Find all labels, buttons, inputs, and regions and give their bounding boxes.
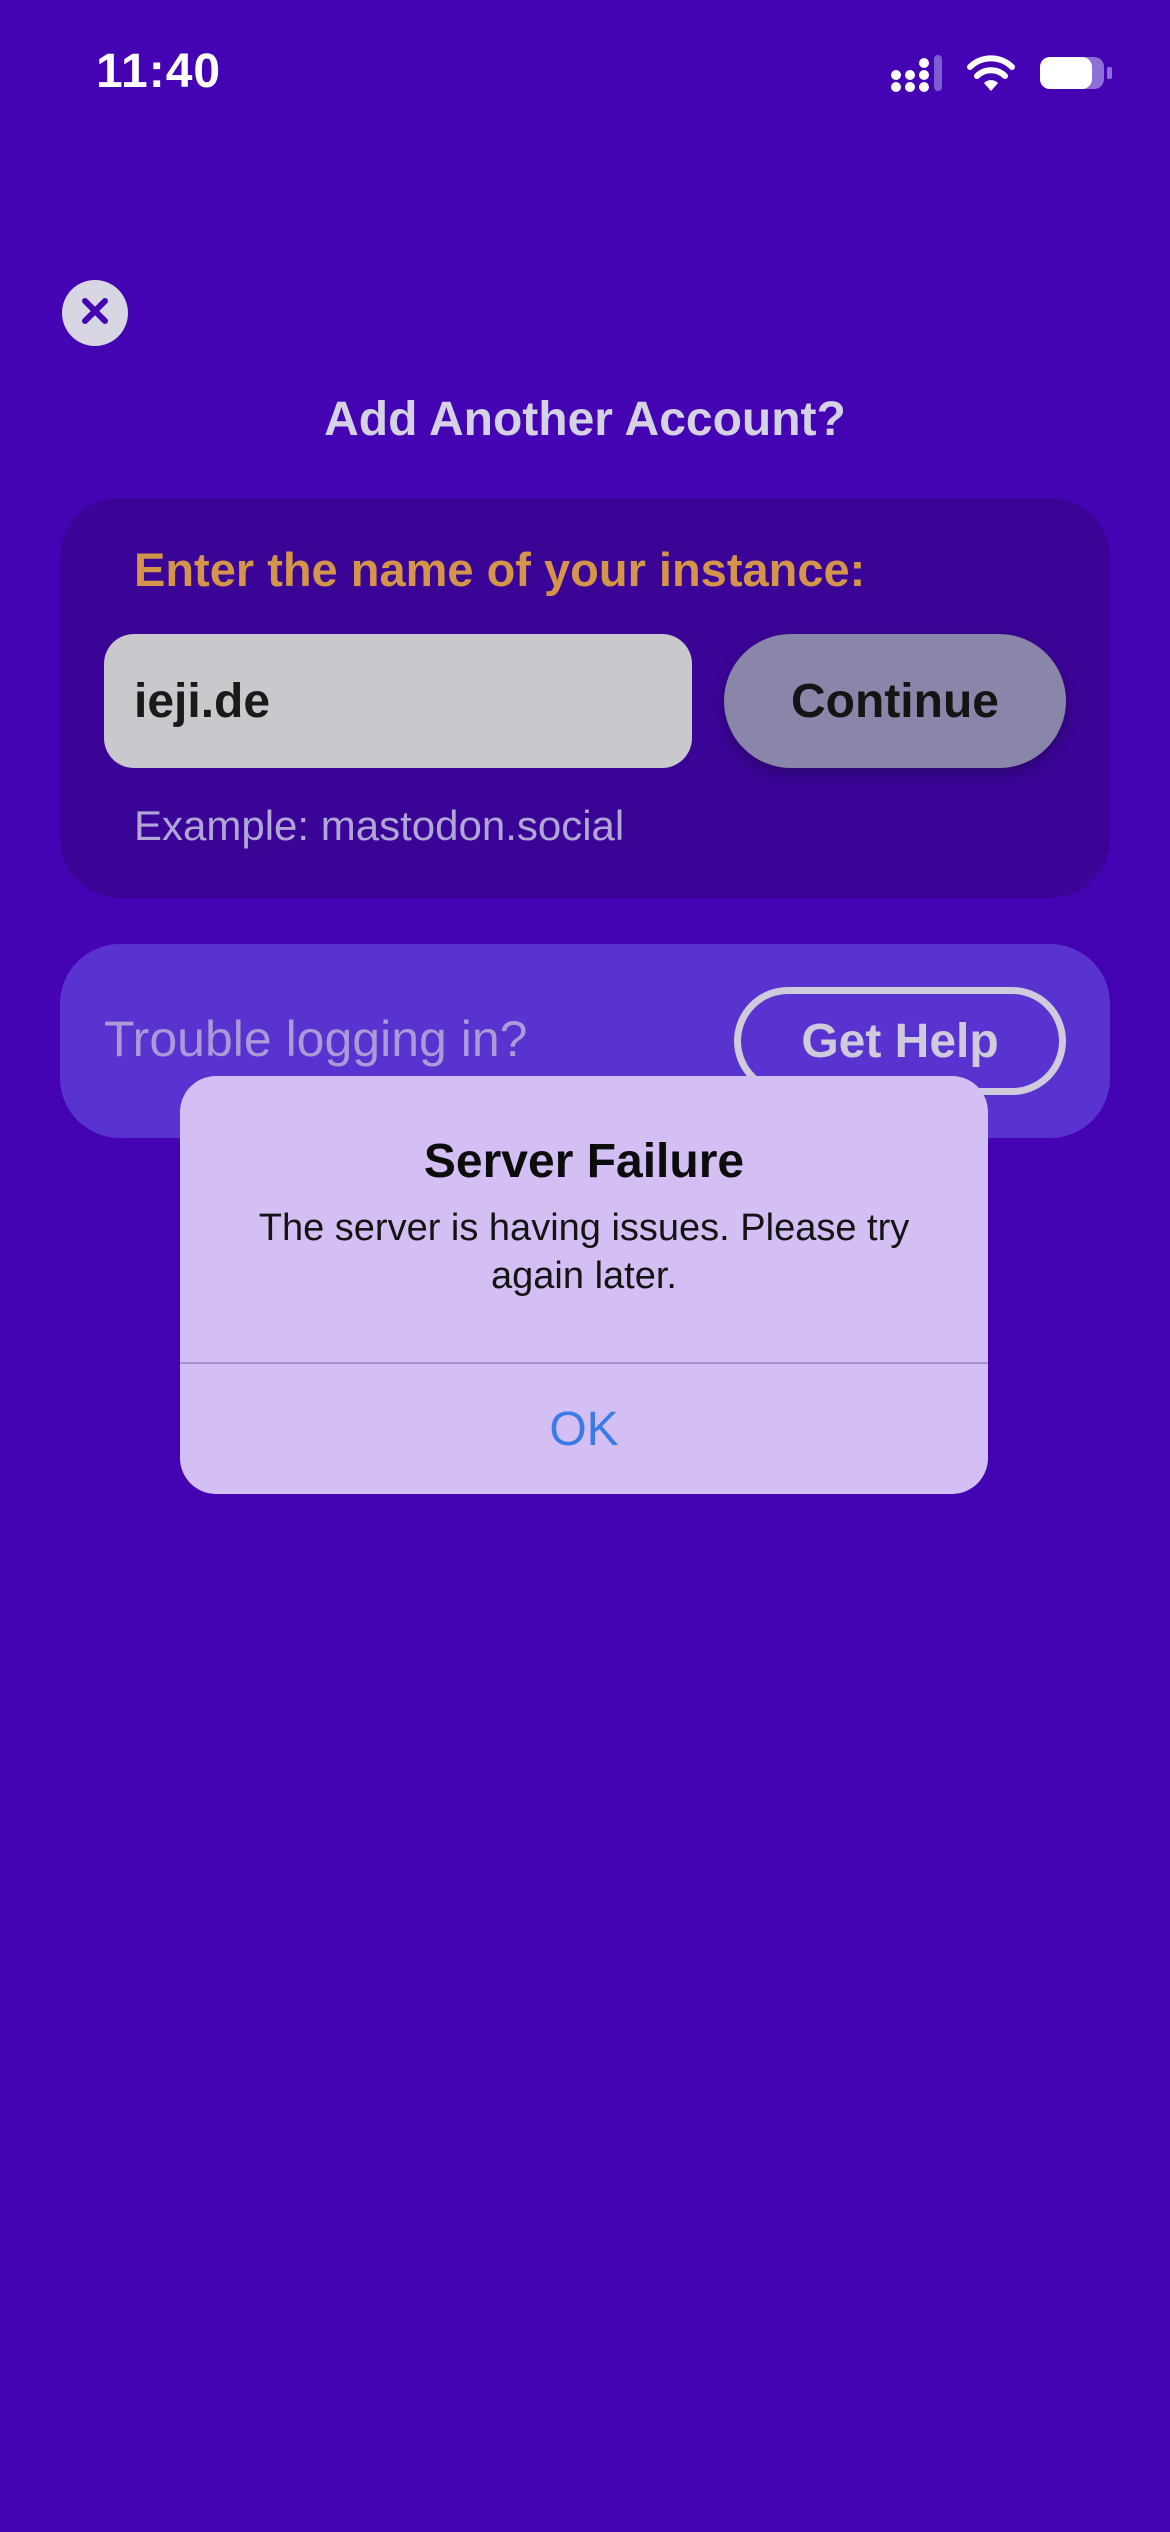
alert-message: The server is having issues. Please try … xyxy=(258,1207,910,1297)
instance-input[interactable]: ieji.de xyxy=(104,634,692,768)
instance-example-hint: Example: mastodon.social xyxy=(134,802,625,849)
trouble-logging-in-text: Trouble logging in? xyxy=(104,1011,528,1067)
page-title: Add Another Account? xyxy=(324,393,846,446)
continue-button[interactable]: Continue xyxy=(724,634,1066,768)
battery-icon xyxy=(1038,53,1114,98)
status-time: 11:40 xyxy=(96,45,222,98)
instance-card: Enter the name of your instance: ieji.de… xyxy=(60,498,1110,898)
alert-ok-button[interactable]: OK xyxy=(180,1364,988,1494)
close-button[interactable] xyxy=(62,280,128,346)
wifi-icon xyxy=(966,53,1016,98)
alert-title: Server Failure xyxy=(423,1135,745,1188)
signal-icon xyxy=(890,53,944,98)
server-failure-alert: Server Failure The server is having issu… xyxy=(180,1076,988,1494)
add-account-screen: 11:40 Add Another Account? Enter the nam… xyxy=(0,0,1170,2532)
status-icons xyxy=(890,52,1114,98)
close-icon xyxy=(80,296,110,331)
instance-prompt: Enter the name of your instance: xyxy=(134,543,866,596)
